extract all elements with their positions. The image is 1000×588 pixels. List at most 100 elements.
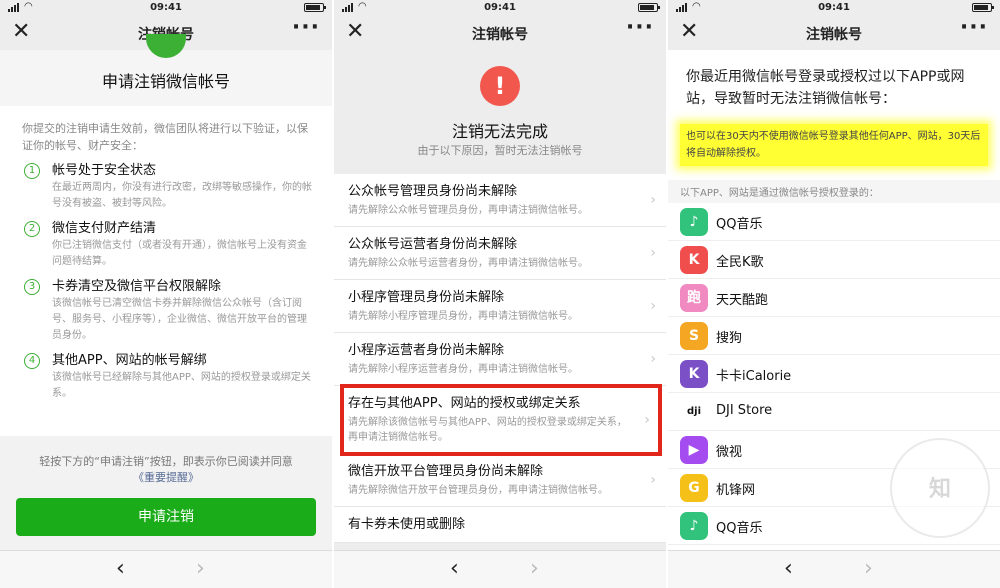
battery-icon [972,3,994,12]
app-name: 卡卡iCalorie [716,369,792,384]
back-arrow-icon[interactable]: ‹ [450,556,459,581]
reason-item[interactable]: 微信开放平台管理员身份尚未解除 请先解除微信开放平台管理员身份，再申请注销微信帐… [334,454,666,507]
dji-store-icon: dji [680,398,708,426]
reason-title: 有卡券未使用或删除 [348,517,466,532]
watermark-logo: 知 [890,438,990,538]
step-desc: 在最近两周内，你没有进行改密，改绑等敏感操作，你的帐号没有被盗、被封等风险。 [52,182,312,209]
browser-bottom-bar: ‹ › [668,550,1000,588]
app-list-item: S 搜狗 [668,317,1000,355]
panel-authorized-apps: ◠ 09:41 ✕ 注销帐号 ··· 你最近用微信帐号登录或授权过以下APP或网… [668,0,1000,588]
intro-text: 你最近用微信帐号登录或授权过以下APP或网站，导致暂时无法注销微信帐号： [686,69,965,107]
browser-bottom-bar: ‹ › [334,550,666,588]
more-icon[interactable]: ··· [626,17,654,39]
app-list-item: K 全民K歌 [668,241,1000,279]
page-header: ! 注销无法完成 由于以下原因，暂时无法注销帐号 [334,50,666,174]
step-item: 1 帐号处于安全状态 在最近两周内，你没有进行改密，改绑等敏感操作，你的帐号没有… [22,162,314,212]
reason-item[interactable]: 小程序运营者身份尚未解除 请先解除小程序运营者身份，再申请注销微信帐号。 › [334,333,666,386]
app-name: 微视 [716,445,743,460]
reason-title: 小程序运营者身份尚未解除 [348,343,505,358]
nav-title: 注销帐号 [806,27,862,43]
panel-cancel-failed: ◠ 09:41 ✕ 注销帐号 ··· ! 注销无法完成 由于以下原因，暂时无法注… [334,0,666,588]
reason-title: 存在与其他APP、网站的授权或绑定关系 [348,396,581,411]
chevron-right-icon: › [650,351,656,367]
reason-item[interactable]: 小程序管理员身份尚未解除 请先解除小程序管理员身份，再申请注销微信帐号。 › [334,280,666,333]
reason-title: 小程序管理员身份尚未解除 [348,290,505,305]
kaka-icalorie-icon: K [680,360,708,388]
tiantian-kupao-icon: 跑 [680,284,708,312]
step-title: 卡券清空及微信平台权限解除 [52,279,222,294]
back-arrow-icon[interactable]: ‹ [784,556,793,581]
step-title: 其他APP、网站的帐号解绑 [52,353,207,368]
app-list-item: dji DJI Store [668,393,1000,431]
forward-arrow-icon[interactable]: › [530,556,539,581]
footer-section: 轻按下方的“申请注销”按钮，即表示你已阅读并同意 《重要提醒》 申请注销 [0,436,332,550]
sogou-icon: S [680,322,708,350]
back-arrow-icon[interactable]: ‹ [116,556,125,581]
step-number: 2 [24,221,40,237]
more-icon[interactable]: ··· [292,17,320,39]
quanmin-ksong-icon: K [680,246,708,274]
nav-title: 注销帐号 [472,27,528,43]
step-number: 3 [24,279,40,295]
chevron-right-icon: › [650,472,656,488]
app-name: QQ音乐 [716,521,763,536]
reason-desc: 请先解除微信开放平台管理员身份，再申请注销微信帐号。 [348,485,608,496]
app-name: 机锋网 [716,483,756,498]
battery-icon [638,3,660,12]
reason-title: 公众帐号运营者身份尚未解除 [348,237,518,252]
panel-apply-cancel: ◠ 09:41 ✕ 注销帐号 ··· 申请注销微信帐号 你提交的注销申请生效前，… [0,0,332,588]
step-desc: 该微信帐号已清空微信卡券并解除微信公众帐号（含订阅号、服务号、小程序等），企业微… [52,298,307,341]
wechat-logo-icon [146,34,186,58]
forward-arrow-icon[interactable]: › [196,556,205,581]
step-title: 帐号处于安全状态 [52,163,157,178]
qq-music-icon: ♪ [680,208,708,236]
step-title: 微信支付财产结清 [52,221,157,236]
chevron-right-icon: › [650,192,656,208]
reason-desc: 请先解除公众帐号运营者身份，再申请注销微信帐号。 [348,258,588,269]
page-subtitle: 由于以下原因，暂时无法注销帐号 [417,144,583,157]
app-list-item: ♪ QQ音乐 [668,203,1000,241]
app-list-item: 跑天天酷跑 [668,279,1000,317]
important-notice-link[interactable]: 《重要提醒》 [0,470,332,486]
reason-desc: 请先解除公众帐号管理员身份，再申请注销微信帐号。 [348,205,588,216]
app-name: DJI Store [716,403,773,418]
reason-title: 公众帐号管理员身份尚未解除 [348,184,518,199]
status-time: 09:41 [484,2,516,13]
warning-icon: ! [480,66,520,106]
highlighted-tip: 也可以在30天内不使用微信帐号登录其他任何APP、网站，30天后将自动解除授权。 [680,124,988,166]
agreement-note: 轻按下方的“申请注销”按钮，即表示你已阅读并同意 [39,455,293,468]
jifeng-icon: G [680,474,708,502]
intro-text: 你提交的注销申请生效前，微信团队将进行以下验证，以保证你的帐号、财产安全： [22,122,308,152]
step-number: 4 [24,353,40,369]
more-icon[interactable]: ··· [960,17,988,39]
forward-arrow-icon[interactable]: › [864,556,873,581]
reason-item[interactable]: 公众帐号运营者身份尚未解除 请先解除公众帐号运营者身份，再申请注销微信帐号。 › [334,227,666,280]
reason-desc: 请先解除该微信帐号与其他APP、网站的授权登录或绑定关系，再申请注销微信帐号。 [348,417,627,443]
battery-icon [304,3,326,12]
page-header: 申请注销微信帐号 [0,34,332,106]
status-time: 09:41 [818,2,850,13]
app-name: 天天酷跑 [716,293,769,308]
app-name: 搜狗 [716,331,743,346]
step-item: 4 其他APP、网站的帐号解绑 该微信帐号已经解除与其他APP、网站的授权登录或… [22,352,314,402]
nav-bar: ✕ 注销帐号 ··· [334,16,666,50]
reason-item[interactable]: 有卡券未使用或删除 [334,507,666,543]
browser-bottom-bar: ‹ › [0,550,332,588]
apply-cancel-button[interactable]: 申请注销 [16,498,316,536]
reason-item[interactable]: 公众帐号管理员身份尚未解除 请先解除公众帐号管理员身份，再申请注销微信帐号。 › [334,174,666,227]
reason-desc: 请先解除小程序管理员身份，再申请注销微信帐号。 [348,311,578,322]
app-list-item: K 卡卡iCalorie [668,355,1000,393]
page-title: 申请注销微信帐号 [101,72,230,91]
step-item: 2 微信支付财产结清 你已注销微信支付（或者没有开通），微信帐号上没有资金问题待… [22,220,314,270]
verification-section: 你提交的注销申请生效前，微信团队将进行以下验证，以保证你的帐号、财产安全： 1 … [0,106,332,436]
page-title: 注销无法完成 [451,122,548,141]
status-bar: ◠ 09:41 [668,0,1000,16]
step-item: 3 卡券清空及微信平台权限解除 该微信帐号已清空微信卡券并解除微信公众帐号（含订… [22,278,314,344]
section-label: 以下APP、网站是通过微信帐号授权登录的： [668,180,1000,203]
reason-item-highlighted[interactable]: 存在与其他APP、网站的授权或绑定关系 请先解除该微信帐号与其他APP、网站的授… [340,384,662,456]
step-desc: 该微信帐号已经解除与其他APP、网站的授权登录或绑定关系。 [52,372,311,399]
step-desc: 你已注销微信支付（或者没有开通），微信帐号上没有资金问题待结算。 [52,240,307,267]
reason-list: 公众帐号管理员身份尚未解除 请先解除公众帐号管理员身份，再申请注销微信帐号。 ›… [334,174,666,543]
chevron-right-icon: › [650,298,656,314]
app-name: QQ音乐 [716,217,763,232]
